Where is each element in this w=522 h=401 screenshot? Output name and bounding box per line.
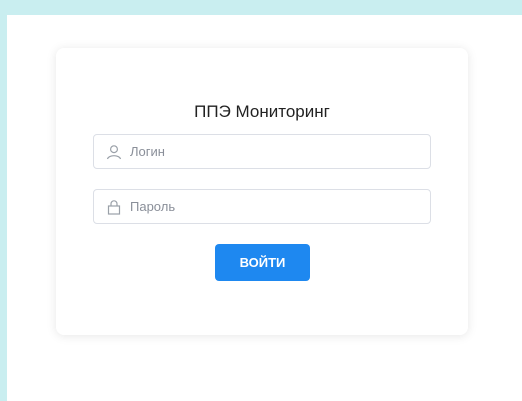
- app-title: ППЭ Мониторинг: [194, 102, 330, 121]
- page-area: ППЭ Мониторинг ВОЙТИ: [7, 15, 522, 401]
- password-input[interactable]: [130, 199, 410, 214]
- password-field[interactable]: [93, 189, 431, 224]
- login-input[interactable]: [130, 144, 410, 159]
- login-field[interactable]: [93, 134, 431, 169]
- user-icon: [104, 142, 124, 162]
- login-card: ППЭ Мониторинг ВОЙТИ: [56, 48, 468, 335]
- login-button[interactable]: ВОЙТИ: [215, 244, 310, 281]
- lock-icon: [104, 197, 124, 217]
